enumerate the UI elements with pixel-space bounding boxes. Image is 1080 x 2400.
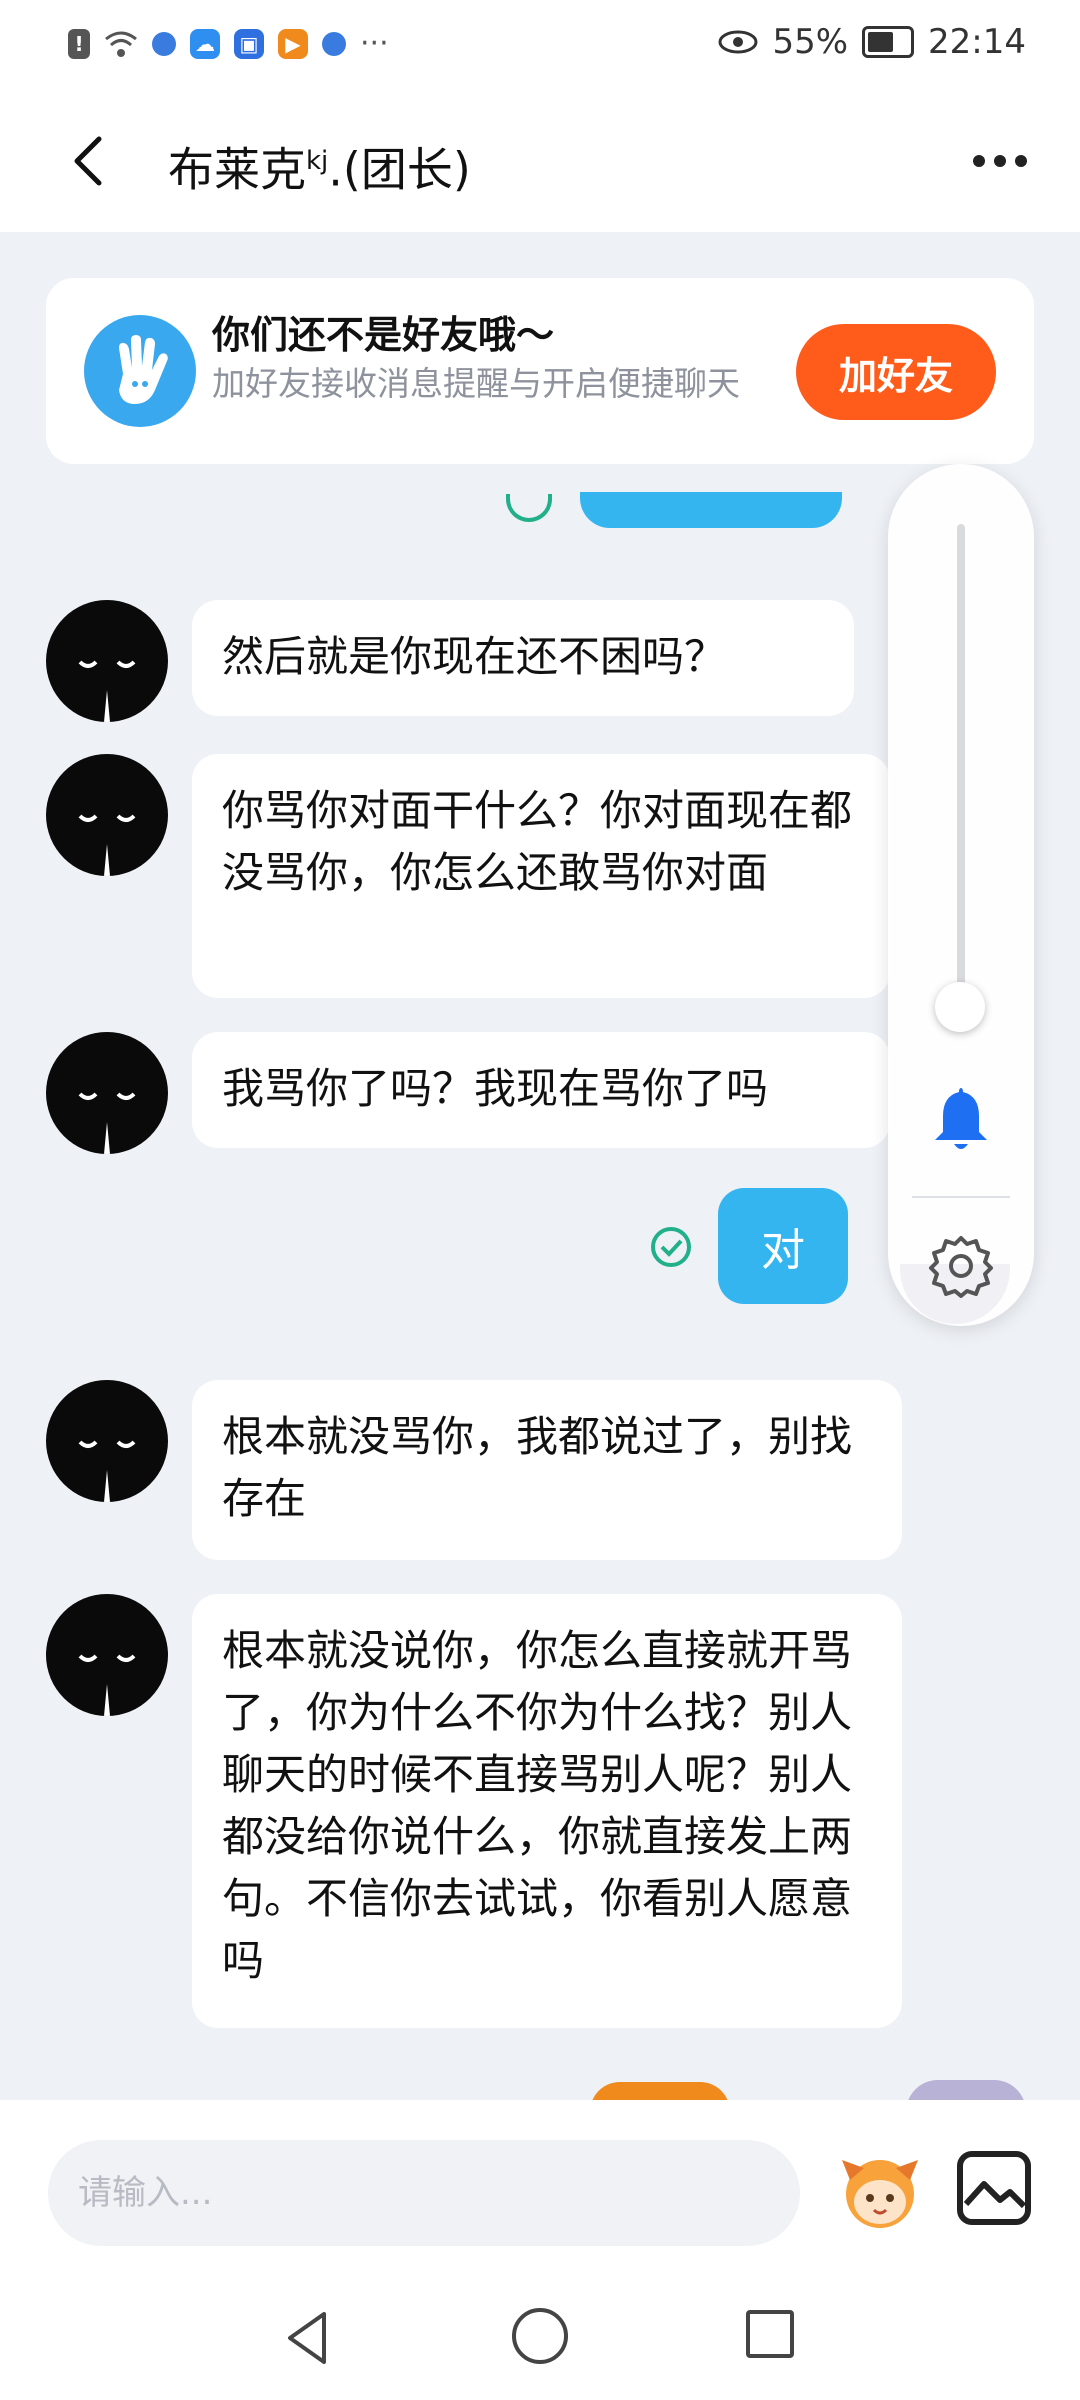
wifi-icon [105,31,137,57]
battery-percentage: 55% [772,22,849,62]
add-friend-button[interactable]: 加好友 [796,324,996,420]
volume-panel [888,464,1034,1326]
read-check-icon [651,1227,691,1267]
volume-slider[interactable] [957,524,965,1004]
app-icon [152,31,176,56]
chat-area[interactable]: 你们还不是好友哦～ 加好友接收消息提醒与开启便捷聊天 加好友 然后就是你现在还不… [0,232,1080,2100]
divider [912,1196,1010,1198]
message-bubble[interactable]: 我骂你了吗？我现在骂你了吗 [192,1032,890,1148]
emoji-sticker-icon[interactable] [830,2140,930,2240]
more-notifications-icon: ··· [360,26,389,61]
chat-title: 布莱克kj.(团长) [168,126,471,204]
message-bubble[interactable]: 根本就没骂你，我都说过了，别找存在 [192,1380,902,1560]
status-bar: ! ☁ ▣ ▶ ··· 55% 22:14 [0,0,1080,96]
system-nav-bar [0,2280,1080,2400]
banner-subtitle: 加好友接收消息提醒与开启便捷聊天 [212,364,740,403]
system-status: 55% 22:14 [718,22,1026,62]
add-friend-banner: 你们还不是好友哦～ 加好友接收消息提醒与开启便捷聊天 加好友 [46,278,1034,464]
dot [973,155,985,167]
bell-icon[interactable] [931,1084,991,1154]
chevron-left-icon [74,136,102,186]
gear-icon[interactable] [927,1232,995,1300]
nav-back-icon[interactable] [280,2308,340,2368]
input-bar [0,2100,1080,2280]
sticker[interactable] [590,2082,730,2100]
my-avatar[interactable] [906,2080,1026,2100]
cloud-icon: ☁ [190,28,220,59]
message-bubble[interactable]: 根本就没说你，你怎么直接就开骂了，你为什么不你为什么找？别人聊天的时候不直接骂别… [192,1594,902,2028]
contact-avatar[interactable] [46,754,168,876]
message-input[interactable] [48,2140,800,2246]
chat-header: 布莱克kj.(团长) [0,96,1080,232]
eye-icon [718,30,758,54]
contact-avatar[interactable] [46,1594,168,1716]
read-check-icon [506,494,552,522]
image-picker-icon[interactable] [956,2150,1032,2226]
more-options-button[interactable] [960,136,1040,186]
chat-title-sup: kj [306,146,329,176]
message-bubble[interactable]: 然后就是你现在还不困吗？ [192,600,854,716]
clock: 22:14 [928,22,1026,62]
nav-home-icon[interactable] [512,2308,568,2364]
app-icon: ▣ [234,28,264,59]
back-button[interactable] [52,126,122,196]
wave-hand-icon [84,315,196,427]
contact-avatar[interactable] [46,1032,168,1154]
app-icon [322,31,346,56]
contact-avatar[interactable] [46,1380,168,1502]
volume-slider-handle[interactable] [935,982,985,1032]
message-bubble[interactable]: 你骂你对面干什么？你对面现在都没骂你，你怎么还敢骂你对面 [192,754,890,998]
dot [1015,155,1027,167]
contact-avatar[interactable] [46,600,168,722]
notification-icons: ! ☁ ▣ ▶ ··· [68,26,389,61]
my-message-bubble[interactable]: 对 [718,1188,848,1304]
nav-recents-icon[interactable] [746,2310,794,2358]
message-bubble-partial[interactable] [580,492,842,528]
alert-icon: ! [68,28,90,59]
battery-icon [862,26,915,58]
video-icon: ▶ [278,28,308,59]
banner-title: 你们还不是好友哦～ [212,313,555,357]
chat-title-name: 布莱克 [168,142,306,197]
dot [994,155,1006,167]
chat-title-suffix: .(团长) [328,142,471,197]
